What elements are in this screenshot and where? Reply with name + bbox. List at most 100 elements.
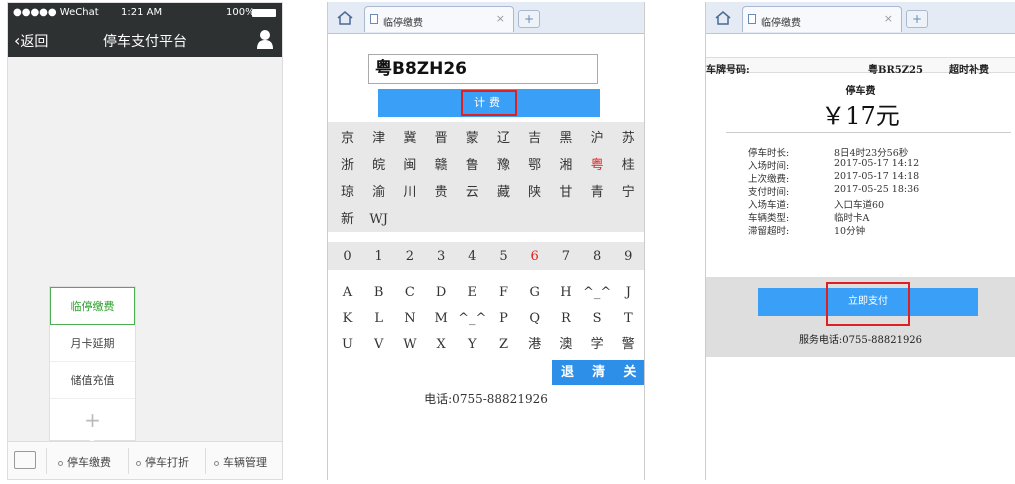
close-icon[interactable]: × xyxy=(884,12,893,25)
detail-value: 临时卡A xyxy=(834,213,870,224)
province-key[interactable]: 赣 xyxy=(426,153,457,178)
province-key[interactable]: 粤 xyxy=(582,153,613,178)
province-key[interactable]: 皖 xyxy=(363,153,394,178)
province-key[interactable]: 新 xyxy=(332,207,363,232)
pay-now-button[interactable]: 立即支付 xyxy=(758,282,978,326)
letter-key[interactable]: W xyxy=(394,332,425,357)
menu-tab-parking-pay[interactable]: 停车缴费 xyxy=(58,454,111,470)
letter-key[interactable]: A xyxy=(332,280,363,305)
letter-key[interactable]: Q xyxy=(519,306,550,331)
province-key[interactable]: 宁 xyxy=(613,180,644,205)
menu-tab-vehicle-manage[interactable]: 车辆管理 xyxy=(214,454,267,470)
province-key[interactable]: WJ xyxy=(363,207,394,232)
digit-key[interactable]: 8 xyxy=(582,244,613,269)
new-tab-button[interactable]: + xyxy=(518,10,540,28)
letter-key[interactable]: T xyxy=(613,306,644,331)
province-key[interactable]: 青 xyxy=(582,180,613,205)
backspace-key[interactable]: 退 xyxy=(552,360,583,385)
letter-key[interactable]: M xyxy=(426,306,457,331)
digit-key[interactable]: 3 xyxy=(426,244,457,269)
menu-item-recharge[interactable]: 储值充值 xyxy=(50,362,135,399)
letter-key[interactable]: K xyxy=(332,306,363,331)
province-key[interactable]: 苏 xyxy=(613,126,644,151)
province-key[interactable]: 晋 xyxy=(426,126,457,151)
calculate-fee-button[interactable]: 计费 xyxy=(378,89,600,117)
menu-item-temp-pay[interactable]: 临停缴费 xyxy=(50,287,135,325)
letter-key[interactable]: L xyxy=(363,306,394,331)
letter-key[interactable]: ^_^ xyxy=(582,280,613,305)
letter-key[interactable]: G xyxy=(519,280,550,305)
letter-key[interactable]: E xyxy=(457,280,488,305)
letter-key[interactable]: Y xyxy=(457,332,488,357)
letter-key[interactable]: 澳 xyxy=(550,332,581,357)
province-key[interactable]: 琼 xyxy=(332,180,363,205)
province-key[interactable]: 津 xyxy=(363,126,394,151)
province-key[interactable]: 鄂 xyxy=(519,153,550,178)
province-key[interactable]: 渝 xyxy=(363,180,394,205)
province-key[interactable]: 黑 xyxy=(550,126,581,151)
province-key[interactable]: 沪 xyxy=(582,126,613,151)
province-key[interactable]: 藏 xyxy=(488,180,519,205)
tab-title: 临停缴费 xyxy=(383,18,423,29)
letter-key[interactable]: H xyxy=(550,280,581,305)
digit-key[interactable]: 7 xyxy=(550,244,581,269)
letter-key[interactable]: 警 xyxy=(613,332,644,357)
province-key[interactable]: 闽 xyxy=(394,153,425,178)
plate-number-field[interactable]: 粤B8ZH26 xyxy=(368,54,598,84)
province-key[interactable]: 浙 xyxy=(332,153,363,178)
new-tab-button[interactable]: + xyxy=(906,10,928,28)
province-key[interactable]: 川 xyxy=(394,180,425,205)
province-key[interactable]: 甘 xyxy=(550,180,581,205)
letter-key[interactable]: D xyxy=(426,280,457,305)
payment-details: 停车时长: 8日4时23分56秒 入场时间: 2017-05-17 14:12 上次缴费… xyxy=(748,145,998,265)
menu-tab-parking-discount[interactable]: 停车打折 xyxy=(136,454,189,470)
digit-key[interactable]: 1 xyxy=(363,244,394,269)
keyboard-icon[interactable] xyxy=(14,451,36,469)
letter-key[interactable]: Z xyxy=(488,332,519,357)
home-icon[interactable] xyxy=(714,10,732,26)
browser-tab[interactable]: 临停缴费 × xyxy=(742,6,902,32)
province-key[interactable]: 贵 xyxy=(426,180,457,205)
user-icon[interactable] xyxy=(256,29,274,49)
letter-key[interactable]: N xyxy=(394,306,425,331)
clear-key[interactable]: 清 xyxy=(583,360,615,385)
province-key[interactable]: 京 xyxy=(332,126,363,151)
letter-key[interactable]: ^_^ xyxy=(457,306,488,331)
letter-key[interactable]: F xyxy=(488,280,519,305)
letter-key[interactable]: J xyxy=(613,280,644,305)
letter-key[interactable]: U xyxy=(332,332,363,357)
province-key[interactable]: 吉 xyxy=(519,126,550,151)
province-key[interactable]: 蒙 xyxy=(457,126,488,151)
letter-key[interactable]: R xyxy=(550,306,581,331)
browser-tab[interactable]: 临停缴费 × xyxy=(364,6,514,32)
letter-key[interactable]: B xyxy=(363,280,394,305)
digit-key[interactable]: 9 xyxy=(613,244,644,269)
digit-key[interactable]: 0 xyxy=(332,244,363,269)
digit-key[interactable]: 4 xyxy=(457,244,488,269)
province-key[interactable]: 辽 xyxy=(488,126,519,151)
province-key[interactable]: 冀 xyxy=(394,126,425,151)
close-icon[interactable]: × xyxy=(496,12,505,25)
letter-key[interactable]: 港 xyxy=(519,332,550,357)
letter-key[interactable]: S xyxy=(582,306,613,331)
letter-key[interactable]: 学 xyxy=(582,332,613,357)
menu-item-monthly-extend[interactable]: 月卡延期 xyxy=(50,325,135,362)
digit-key[interactable]: 5 xyxy=(488,244,519,269)
province-key[interactable]: 陕 xyxy=(519,180,550,205)
province-key[interactable]: 鲁 xyxy=(457,153,488,178)
province-key[interactable]: 湘 xyxy=(550,153,581,178)
dot-icon xyxy=(58,460,63,466)
province-key[interactable]: 桂 xyxy=(613,153,644,178)
province-key[interactable]: 云 xyxy=(457,180,488,205)
plus-icon[interactable]: + xyxy=(50,400,135,440)
home-icon[interactable] xyxy=(336,10,354,26)
letter-key[interactable]: V xyxy=(363,332,394,357)
letter-key[interactable]: P xyxy=(488,306,519,331)
page-title: 停车支付平台 xyxy=(103,34,187,50)
letter-key[interactable]: X xyxy=(426,332,457,357)
digit-key[interactable]: 6 xyxy=(519,244,550,269)
digit-key[interactable]: 2 xyxy=(394,244,425,269)
letter-key[interactable]: C xyxy=(394,280,425,305)
province-key[interactable]: 豫 xyxy=(488,153,519,178)
close-key[interactable]: 关 xyxy=(614,360,644,385)
